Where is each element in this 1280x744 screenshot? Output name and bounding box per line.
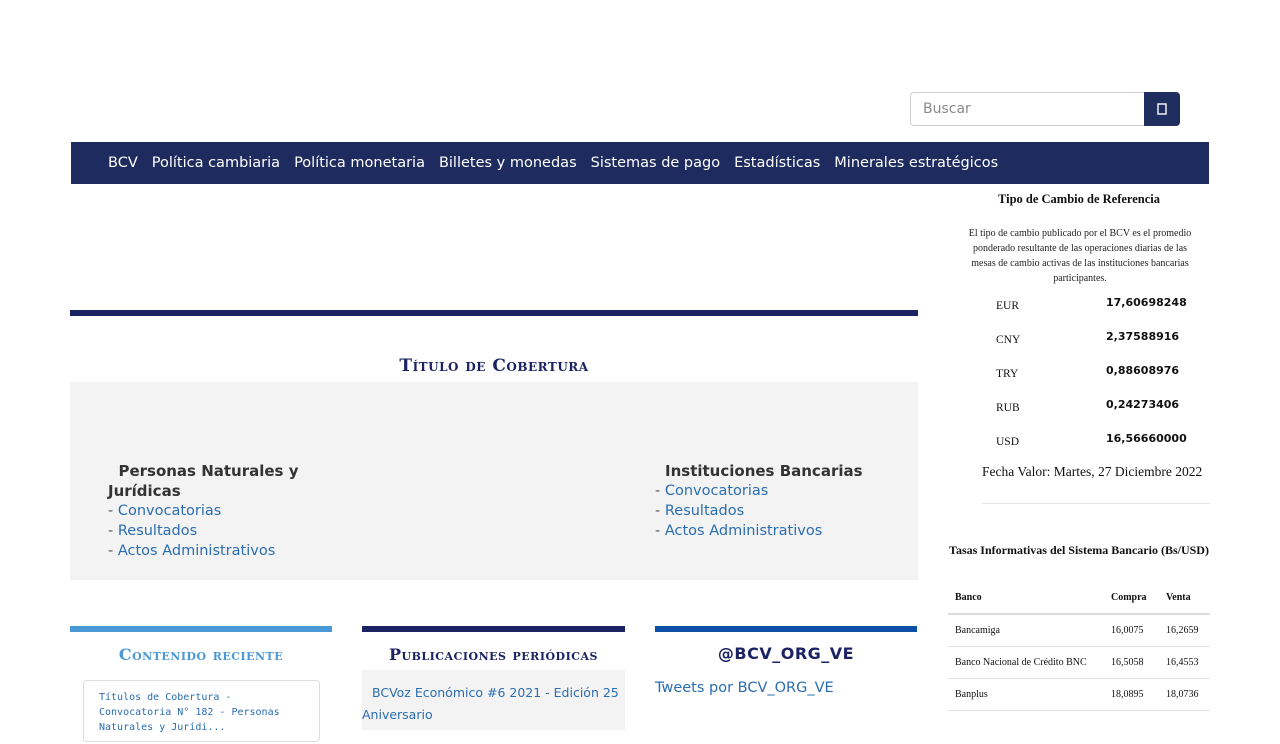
rate-row-cny: CNY 2,37588916 bbox=[996, 330, 1196, 350]
cobertura-personas: Personas Naturales y Jurídicas - Convoca… bbox=[108, 461, 328, 561]
rate-value: 0,24273406 bbox=[1106, 398, 1180, 411]
table-header-row: Banco Compra Venta bbox=[948, 584, 1210, 615]
search-icon bbox=[1157, 103, 1167, 115]
cell-venta: 16,2659 bbox=[1159, 614, 1210, 647]
nav-item-sistemas-pago[interactable]: Sistemas de pago bbox=[591, 155, 720, 171]
search-input[interactable] bbox=[910, 92, 1144, 126]
exchange-title: Tipo de Cambio de Referencia bbox=[997, 192, 1161, 206]
recent-item-link[interactable]: Títulos de Cobertura - Convocatoria N° 1… bbox=[84, 681, 319, 744]
publications-panel-title: Publicaciones periódicas bbox=[389, 645, 598, 664]
publications-list: BCVoz Económico #6 2021 - Edición 25 Ani… bbox=[362, 670, 625, 730]
exchange-description: El tipo de cambio publicado por el BCV e… bbox=[968, 228, 1192, 284]
nav-item-billetes-monedas[interactable]: Billetes y monedas bbox=[439, 155, 577, 171]
recent-panel-title: Contenido reciente bbox=[118, 645, 284, 664]
cell-compra: 16,0075 bbox=[1104, 614, 1159, 647]
rate-currency: CNY bbox=[996, 334, 1021, 346]
rate-row-try: TRY 0,88608976 bbox=[996, 364, 1196, 384]
personas-resultados-link[interactable]: Resultados bbox=[118, 523, 197, 539]
fecha-valor: Fecha Valor: Martes, 27 Diciembre 2022 bbox=[982, 464, 1203, 479]
instituciones-heading: Instituciones Bancarias bbox=[665, 462, 863, 480]
recent-list: Títulos de Cobertura - Convocatoria N° 1… bbox=[83, 680, 320, 742]
nav-item-estadisticas[interactable]: Estadísticas bbox=[734, 155, 820, 171]
rate-currency: RUB bbox=[996, 402, 1020, 414]
search-form bbox=[910, 92, 1180, 126]
nav-item-bcv[interactable]: BCV bbox=[108, 155, 138, 171]
rate-row-rub: RUB 0,24273406 bbox=[996, 398, 1196, 418]
cobertura-box: Personas Naturales y Jurídicas - Convoca… bbox=[70, 382, 918, 580]
cell-banco: Banplus bbox=[948, 678, 1104, 711]
publications-panel-bar bbox=[362, 626, 625, 632]
search-button[interactable] bbox=[1144, 92, 1180, 126]
column-header-banco: Banco bbox=[948, 584, 1104, 615]
personas-heading: Personas Naturales y Jurídicas bbox=[108, 462, 299, 500]
sidebar-divider bbox=[982, 503, 1210, 504]
main-nav: BCV Política cambiaria Política monetari… bbox=[71, 142, 1209, 184]
tasas-title: Tasas Informativas del Sistema Bancario … bbox=[949, 543, 1209, 557]
instituciones-resultados-link[interactable]: Resultados bbox=[665, 503, 744, 519]
personas-actos-link[interactable]: Actos Administrativos bbox=[118, 543, 275, 559]
table-row: Banplus 18,0895 18,0736 bbox=[948, 678, 1210, 711]
rate-value: 16,56660000 bbox=[1106, 432, 1187, 445]
rate-value: 17,60698248 bbox=[1106, 296, 1187, 309]
cell-compra: 18,0895 bbox=[1104, 678, 1159, 711]
publication-item-link[interactable]: BCVoz Económico #6 2021 - Edición 25 Ani… bbox=[362, 670, 625, 726]
nav-item-minerales[interactable]: Minerales estratégicos bbox=[834, 155, 998, 171]
rate-value: 0,88608976 bbox=[1106, 364, 1180, 377]
rate-currency: TRY bbox=[996, 368, 1019, 380]
column-header-compra: Compra bbox=[1104, 584, 1159, 615]
cell-venta: 16,4553 bbox=[1159, 646, 1210, 679]
table-row: Bancamiga 16,0075 16,2659 bbox=[948, 614, 1210, 647]
recent-panel-bar bbox=[70, 626, 332, 632]
twitter-panel-title: @BCV_ORG_VE bbox=[717, 644, 855, 663]
cobertura-title: Título de Cobertura bbox=[399, 356, 589, 376]
tweets-link[interactable]: Tweets por BCV_ORG_VE bbox=[655, 680, 834, 696]
cell-banco: Banco Nacional de Crédito BNC bbox=[948, 646, 1104, 679]
rate-row-eur: EUR 17,60698248 bbox=[996, 296, 1196, 316]
cell-venta: 18,0736 bbox=[1159, 678, 1210, 711]
section-divider bbox=[70, 310, 918, 316]
nav-item-politica-monetaria[interactable]: Política monetaria bbox=[294, 155, 425, 171]
tasas-table: Banco Compra Venta Bancamiga 16,0075 16,… bbox=[948, 584, 1210, 711]
cell-banco: Bancamiga bbox=[948, 614, 1104, 647]
table-row: Banco Nacional de Crédito BNC 16,5058 16… bbox=[948, 646, 1210, 679]
instituciones-actos-link[interactable]: Actos Administrativos bbox=[665, 523, 822, 539]
rate-value: 2,37588916 bbox=[1106, 330, 1180, 343]
twitter-panel-bar bbox=[655, 626, 917, 632]
instituciones-convocatorias-link[interactable]: Convocatorias bbox=[665, 483, 768, 499]
column-header-venta: Venta bbox=[1159, 584, 1210, 615]
personas-convocatorias-link[interactable]: Convocatorias bbox=[118, 503, 221, 519]
nav-item-politica-cambiaria[interactable]: Política cambiaria bbox=[152, 155, 280, 171]
rate-currency: EUR bbox=[996, 300, 1019, 312]
rate-row-usd: USD 16,56660000 bbox=[996, 432, 1196, 452]
cell-compra: 16,5058 bbox=[1104, 646, 1159, 679]
cobertura-instituciones: Instituciones Bancarias - Convocatorias … bbox=[655, 461, 895, 541]
rate-currency: USD bbox=[996, 436, 1020, 448]
